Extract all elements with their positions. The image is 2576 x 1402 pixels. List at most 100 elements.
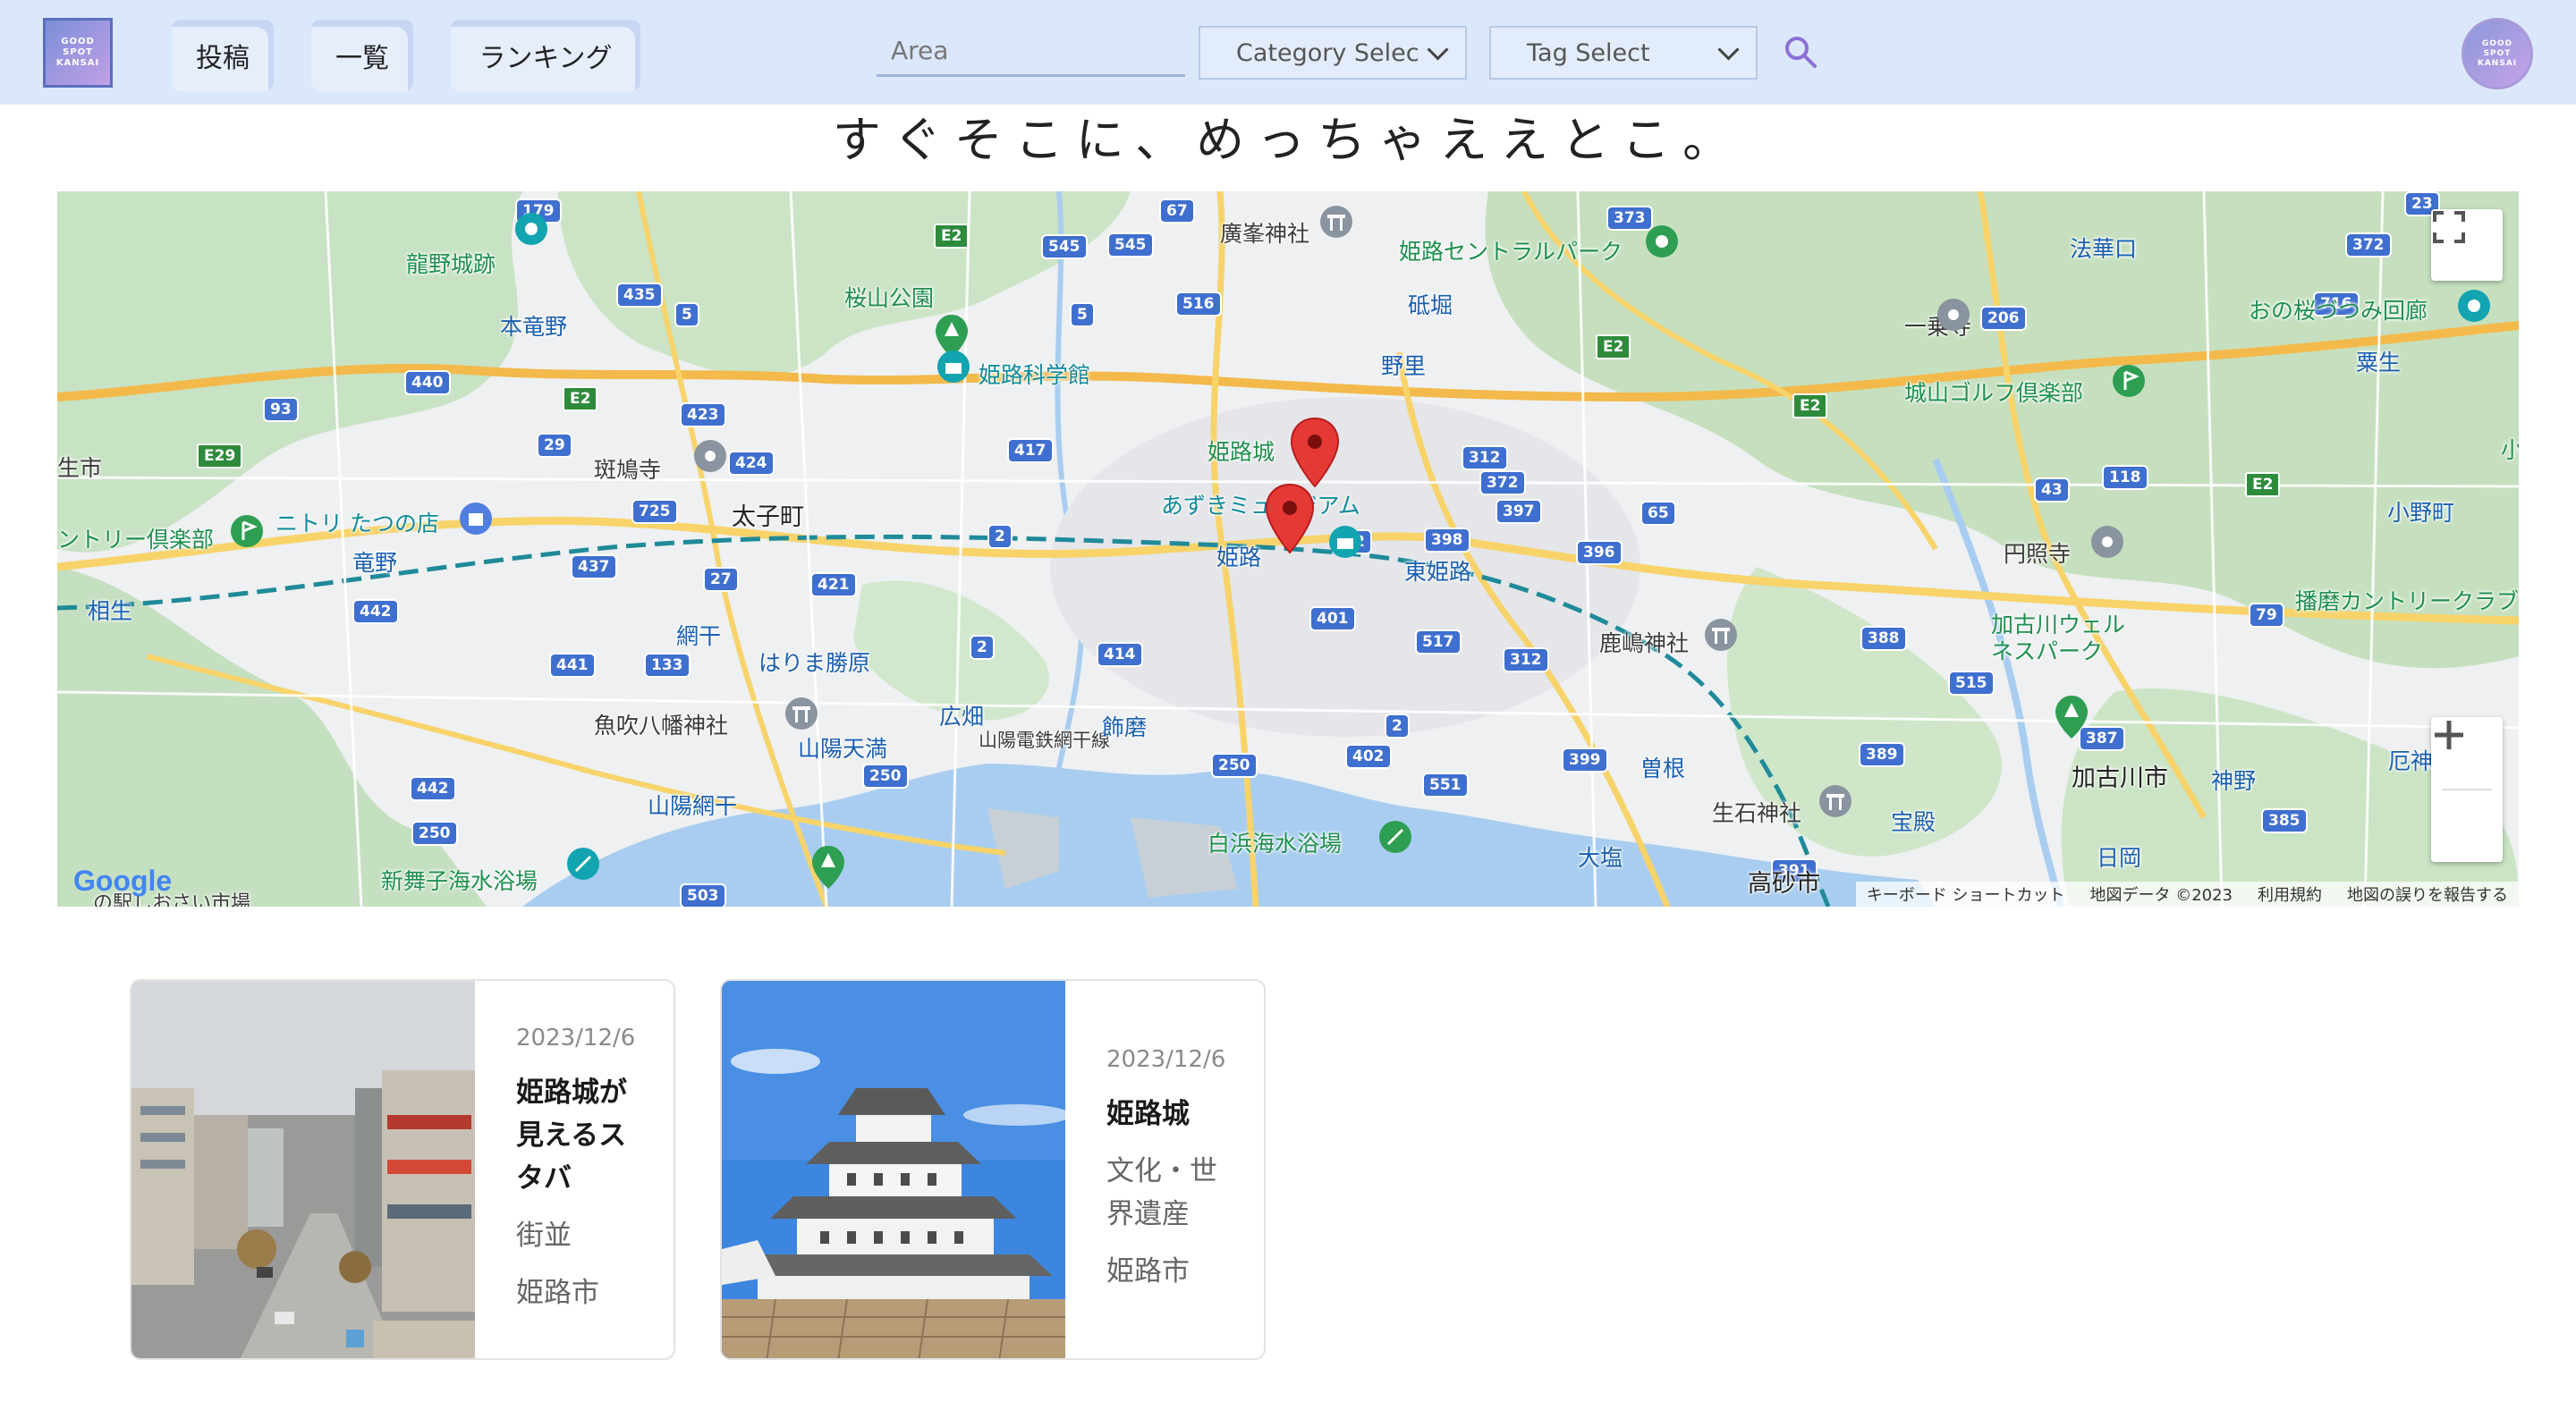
shrine-pin-icon[interactable] [782,694,821,733]
post-city[interactable]: 姫路市 [1106,1250,1242,1293]
post-card[interactable]: 2023/12/6 姫路城 文化・世界遺産 姫路市 [720,979,1266,1360]
logo-line-1: GOOD [61,37,95,46]
logo-line-3: KANSAI [55,58,100,68]
park-pin-icon[interactable] [512,209,551,249]
map-label[interactable]: 龍野城跡 [406,247,496,279]
post-category[interactable]: 街並 [516,1214,652,1257]
road-shield: E2 [1792,393,1828,418]
map-label[interactable]: 東姫路 [1404,554,1471,587]
map-label[interactable]: 姫路 [1216,540,1261,572]
map-label[interactable]: 竜野 [352,545,397,578]
tree-pin-icon[interactable] [2054,694,2089,740]
map-label[interactable]: 小 [2501,433,2519,465]
site-logo[interactable]: GOOD SPOT KANSAI [43,18,113,88]
map-label[interactable]: 粟生 [2356,345,2401,377]
map-label[interactable]: 白浜海水浴場 [1208,826,1342,858]
fullscreen-button[interactable] [2431,209,2503,281]
map-label[interactable]: 大塩 [1578,840,1623,873]
map-label[interactable]: 姫路セントラルパーク [1399,234,1623,266]
beach-pin-icon[interactable] [1376,817,1415,857]
map-label[interactable]: 山陽天満 [798,731,887,764]
museum-pin-icon[interactable] [1326,522,1365,562]
nav-post-button[interactable]: 投稿 [172,20,274,91]
map-label[interactable]: 日岡 [2097,840,2141,873]
map-label[interactable]: 砥堀 [1408,288,1453,320]
map-label[interactable]: 高砂市 [1748,864,1820,899]
google-logo[interactable]: Google [73,865,172,898]
map-label[interactable]: 網干 [676,619,721,651]
museum-pin-icon[interactable] [934,347,973,386]
search-icon[interactable] [1783,34,1818,70]
map-label[interactable]: 太子町 [732,497,804,532]
map-label[interactable]: 播磨カントリークラブ [2295,588,2519,615]
map-label[interactable]: 城山ゴルフ倶楽部 [1904,376,2083,408]
beach-pin-icon[interactable] [564,844,603,883]
golf-pin-icon[interactable] [227,511,267,551]
user-avatar[interactable]: GOOD SPOT KANSAI [2462,18,2533,89]
road-shield: 118 [2102,465,2148,490]
map-label[interactable]: 厄神 [2388,744,2433,776]
nav-list-button[interactable]: 一覧 [311,20,413,91]
map-label[interactable]: 円照寺 [2004,536,2071,569]
road-shield: 441 [549,653,596,678]
map-label[interactable]: あずきミュージアム [1161,488,1360,520]
map-label[interactable]: 廣峯神社 [1220,216,1309,249]
map-label[interactable]: 宝殿 [1891,805,1936,837]
tree-pin-icon[interactable] [810,844,846,891]
map-label[interactable]: ントリー倶楽部 [57,522,214,554]
shop-pin-icon[interactable] [456,499,496,538]
map-label[interactable]: 飾磨 [1102,710,1147,742]
road-shield: 206 [1980,306,2027,331]
post-title[interactable]: 姫路城 [1106,1093,1242,1136]
category-select[interactable]: Category Select [1199,26,1467,80]
post-category[interactable]: 文化・世界遺産 [1106,1150,1242,1236]
map-label[interactable]: 法華口 [2070,232,2137,264]
map-label[interactable]: 斑鳩寺 [594,452,661,485]
golf-pin-icon[interactable] [2109,361,2148,401]
map-label[interactable]: 加古川市 [2072,758,2168,793]
shrine-pin-icon[interactable] [1701,615,1741,655]
map-label[interactable]: 魚吹八幡神社 [594,708,728,740]
post-title[interactable]: 姫路城が見えるスタバ [516,1071,652,1200]
map-label[interactable]: 野里 [1381,349,1426,381]
map-label[interactable]: はりま勝原 [758,646,870,678]
map-label[interactable]: 加古川ウェルネスパーク [1991,612,2143,665]
map-label[interactable]: 姫路科学館 [979,358,1090,390]
map-label[interactable]: 本竜野 [500,309,567,342]
zoom-out-icon[interactable] [2431,717,2467,753]
chevron-down-icon [1427,38,1449,61]
map-label[interactable]: 生石神社 [1712,796,1801,828]
nav-ranking-button[interactable]: ランキング [451,20,640,91]
shrine-pin-icon[interactable] [1317,202,1356,241]
location-pin-icon[interactable] [1290,417,1340,488]
temple-pin-icon[interactable] [1934,295,1973,334]
park-pin-icon[interactable] [1642,222,1682,261]
map-label[interactable]: 生市 [57,451,102,483]
google-map[interactable]: 179 67 373 23 545 545 E2 372 435 5 516 5 716 440 93 E2 4… [57,191,2519,907]
map-label[interactable]: 鹿嶋神社 [1599,626,1689,658]
map-label[interactable]: 小野町 [2387,495,2454,528]
area-search-input[interactable] [877,27,1185,77]
road-shield: 2 [987,524,1013,549]
map-label[interactable]: 桜山公園 [844,281,934,313]
map-label[interactable]: ニトリ たつの店 [275,506,439,538]
post-card[interactable]: 2023/12/6 姫路城が見えるスタバ 街並 姫路市 [130,979,675,1360]
shrine-pin-icon[interactable] [1816,781,1855,821]
map-label[interactable]: 相生 [88,594,132,626]
map-label[interactable]: 広畑 [939,699,984,731]
map-label[interactable]: 姫路城 [1208,435,1275,467]
location-pin-icon[interactable] [1265,483,1315,554]
temple-pin-icon[interactable] [691,436,730,476]
temple-pin-icon[interactable] [2088,522,2127,562]
map-label[interactable]: おの桜づつみ回廊 [2249,293,2428,325]
map-label[interactable]: 神野 [2211,764,2256,796]
terms-link[interactable]: 利用規約 [2258,883,2322,906]
map-label[interactable]: 山陽網干 [648,789,737,821]
keyboard-shortcut-link[interactable]: キーボード ショートカット [1867,883,2065,906]
map-label[interactable]: 新舞子海水浴場 [381,864,538,896]
post-city[interactable]: 姫路市 [516,1271,652,1314]
park-pin-icon[interactable] [2454,286,2494,325]
tag-select[interactable]: Tag Select [1489,26,1758,80]
report-error-link[interactable]: 地図の誤りを報告する [2347,883,2508,906]
map-label[interactable]: 曽根 [1640,751,1685,783]
